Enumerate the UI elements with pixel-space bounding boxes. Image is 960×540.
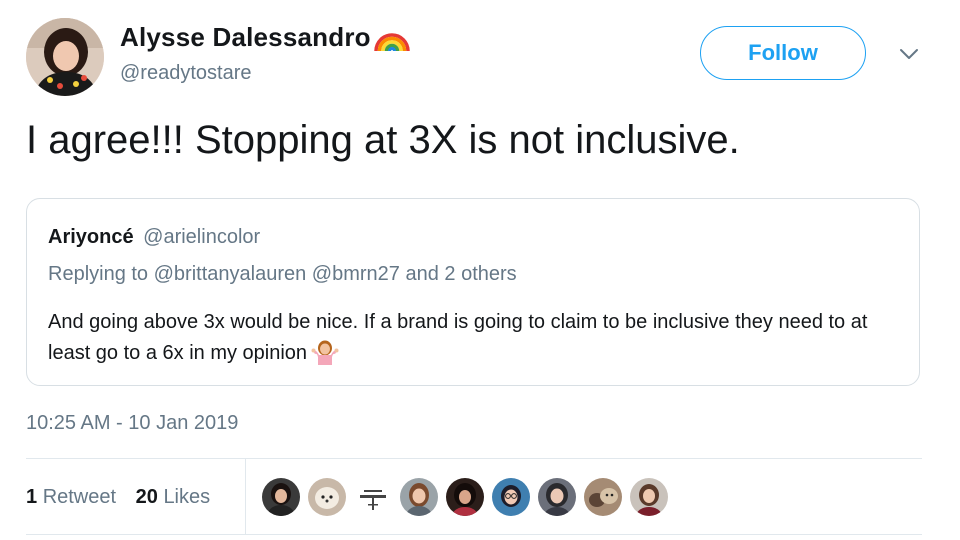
quoted-text: And going above 3x would be nice. If a b… <box>48 311 868 364</box>
likes-count: 20 <box>135 486 158 508</box>
quoted-tweet-header: Ariyoncé @arielincolor <box>48 226 260 249</box>
divider <box>245 459 246 534</box>
tweet-stats: 1 Retweet 20 Likes <box>26 486 224 509</box>
quoted-author-handle: @arielincolor <box>143 226 261 248</box>
replying-to-prefix: Replying to <box>48 263 149 285</box>
retweets-count: 1 <box>26 486 38 508</box>
quoted-author-name: Ariyoncé <box>48 226 134 248</box>
liker-avatar[interactable] <box>354 478 392 516</box>
likers-avatars <box>262 478 676 516</box>
liker-avatar[interactable] <box>262 478 300 516</box>
likes-label: Likes <box>163 486 211 508</box>
liker-avatar[interactable] <box>400 478 438 516</box>
liker-avatar[interactable] <box>446 478 484 516</box>
liker-avatar[interactable] <box>538 478 576 516</box>
follow-button[interactable]: Follow <box>700 26 866 80</box>
likes-stat[interactable]: 20 Likes <box>136 486 211 508</box>
person-shrugging-icon <box>311 340 339 365</box>
reply-user-link[interactable]: @brittanyalauren <box>154 263 307 285</box>
reply-user-link[interactable]: @bmrn27 <box>312 263 400 285</box>
divider <box>26 534 922 535</box>
liker-avatar[interactable] <box>584 478 622 516</box>
liker-avatar[interactable] <box>630 478 668 516</box>
liker-avatar[interactable] <box>308 478 346 516</box>
author-name-row[interactable]: Alysse Dalessandro <box>120 22 411 53</box>
liker-avatar[interactable] <box>492 478 530 516</box>
replying-to-suffix: and 2 others <box>405 263 517 285</box>
tweet-timestamp[interactable]: 10:25 AM - 10 Jan 2019 <box>26 412 238 435</box>
rainbow-icon <box>373 32 410 51</box>
author-handle[interactable]: @readytostare <box>120 62 251 85</box>
divider <box>26 458 922 459</box>
author-avatar[interactable] <box>26 18 104 96</box>
tweet-text: I agree!!! Stopping at 3X is not inclusi… <box>26 118 740 162</box>
replying-to: Replying to @brittanyalauren @bmrn27 and… <box>48 263 517 286</box>
retweets-label: Retweet <box>42 486 117 508</box>
quoted-tweet-text: And going above 3x would be nice. If a b… <box>48 307 898 369</box>
retweets-stat[interactable]: 1 Retweet <box>26 486 116 508</box>
profile-photo-icon <box>26 18 104 96</box>
quoted-tweet[interactable]: Ariyoncé @arielincolor Replying to @brit… <box>26 198 920 386</box>
chevron-down-icon[interactable] <box>898 46 920 62</box>
author-display-name[interactable]: Alysse Dalessandro <box>120 22 371 53</box>
